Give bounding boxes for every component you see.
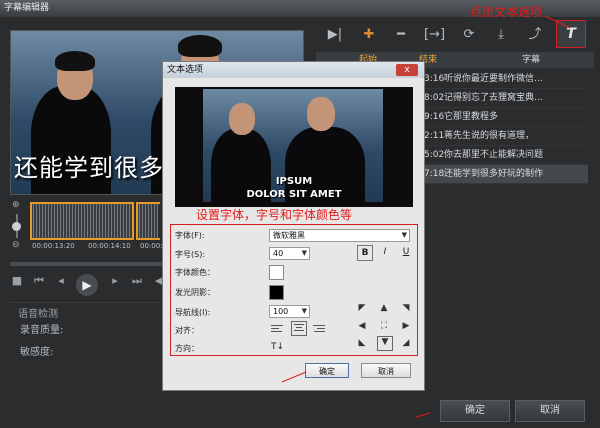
- sensitivity-label: 敏感度:: [20, 347, 54, 358]
- glow-shadow-label: 发光阴影：: [175, 288, 215, 297]
- text-options-icon: T: [566, 26, 576, 42]
- align-label: 对齐：: [175, 326, 199, 335]
- position-top-icon[interactable]: ▲: [379, 303, 389, 313]
- text-options-button[interactable]: T: [556, 20, 586, 48]
- person-left-hair: [55, 51, 95, 71]
- font-color-swatch[interactable]: [269, 265, 284, 280]
- prev-icon[interactable]: ⏮: [32, 274, 46, 288]
- annotation-settings-hint: 设置字体，字号和字体颜色等: [196, 208, 353, 222]
- position-bottom-right-icon[interactable]: ◢: [401, 338, 411, 348]
- preview-person-right-head: [307, 97, 335, 131]
- size-label: 字号(S):: [175, 250, 206, 259]
- step-back-icon[interactable]: ◂: [54, 274, 68, 288]
- split-icon[interactable]: ▶|: [326, 26, 344, 44]
- recording-quality-label: 录音质量:: [20, 325, 64, 336]
- position-center-icon[interactable]: ⛶: [379, 321, 389, 331]
- preview-sample-text: IPSUM DOLOR SIT AMET: [246, 176, 342, 200]
- text-direction-icon[interactable]: T↓: [271, 342, 284, 352]
- font-color-label: 字体颜色：: [175, 268, 215, 277]
- direction-label: 方向：: [175, 344, 199, 353]
- italic-button[interactable]: I: [378, 245, 392, 259]
- zoom-slider[interactable]: ⊕ ⊖: [10, 200, 28, 256]
- dialog-title: 文本选项: [163, 62, 424, 78]
- position-top-left-icon[interactable]: ◤: [357, 303, 367, 313]
- subtitle-clip[interactable]: [136, 202, 160, 240]
- align-right-icon[interactable]: [313, 323, 325, 333]
- position-bottom-left-icon[interactable]: ◣: [357, 338, 367, 348]
- dialog-ok-button[interactable]: 确定: [305, 363, 349, 378]
- text-preview: IPSUM DOLOR SIT AMET: [175, 87, 413, 207]
- stop-icon[interactable]: ■: [10, 274, 24, 288]
- merge-icon[interactable]: [→]: [424, 26, 445, 44]
- play-button[interactable]: ▶: [76, 274, 98, 296]
- align-left-icon[interactable]: [271, 323, 283, 333]
- align-center-icon[interactable]: [291, 321, 307, 336]
- import-icon[interactable]: ⤓: [492, 26, 510, 44]
- bold-button[interactable]: B: [357, 245, 373, 261]
- chevron-down-icon: ▼: [301, 249, 307, 257]
- position-bottom-icon[interactable]: ▼: [377, 336, 393, 351]
- position-left-icon[interactable]: ◀: [357, 321, 367, 331]
- column-subtitle[interactable]: 字幕: [476, 52, 586, 68]
- step-forward-icon[interactable]: ▸: [108, 274, 122, 288]
- font-select[interactable]: 微软雅黑 ▼: [269, 229, 410, 242]
- position-right-icon[interactable]: ▶: [401, 321, 411, 331]
- timecode: 00:00:13:20: [32, 242, 75, 250]
- guide-select[interactable]: 100 ▼: [269, 305, 310, 318]
- sync-icon[interactable]: ⟳: [460, 26, 478, 44]
- cancel-button[interactable]: 取消: [515, 400, 585, 422]
- next-icon[interactable]: ⏭: [130, 274, 144, 288]
- zoom-out-icon[interactable]: ⊖: [12, 240, 20, 250]
- video-subtitle: 还能学到很多: [14, 154, 164, 182]
- subtitle-clip-selected[interactable]: [30, 202, 134, 240]
- close-icon[interactable]: x: [396, 64, 418, 76]
- preview-person-left-head: [229, 103, 255, 135]
- person-right-hair: [178, 35, 222, 57]
- timecode: 00:00:14:10: [88, 242, 131, 250]
- arrow-line: [415, 412, 431, 418]
- underline-button[interactable]: U: [399, 245, 413, 259]
- dialog-cancel-button[interactable]: 取消: [361, 363, 411, 378]
- shadow-color-swatch[interactable]: [269, 285, 284, 300]
- add-icon[interactable]: ✚: [360, 26, 378, 44]
- speech-section-title: 语音检测: [18, 309, 58, 320]
- export-icon[interactable]: ⤴: [526, 26, 544, 44]
- guide-label: 导航线(I):: [175, 308, 211, 317]
- chevron-down-icon: ▼: [401, 231, 407, 239]
- font-label: 字体(F):: [175, 231, 205, 240]
- ok-button[interactable]: 确定: [440, 400, 510, 422]
- remove-icon[interactable]: ━: [392, 26, 410, 44]
- annotation-click-text-option: 点击文本选项: [470, 5, 543, 19]
- text-options-dialog: 文本选项 x IPSUM DOLOR SIT AMET 字体(F): 微软雅黑 ▼…: [162, 61, 425, 391]
- zoom-in-icon[interactable]: ⊕: [12, 200, 20, 210]
- font-settings-group: 字体(F): 微软雅黑 ▼ 字号(S): 40 ▼ B I U 字体颜色： 发光阴影…: [170, 224, 418, 356]
- position-top-right-icon[interactable]: ◥: [401, 303, 411, 313]
- zoom-handle[interactable]: [12, 222, 21, 231]
- chevron-down-icon: ▼: [301, 307, 307, 315]
- size-select[interactable]: 40 ▼: [269, 247, 310, 260]
